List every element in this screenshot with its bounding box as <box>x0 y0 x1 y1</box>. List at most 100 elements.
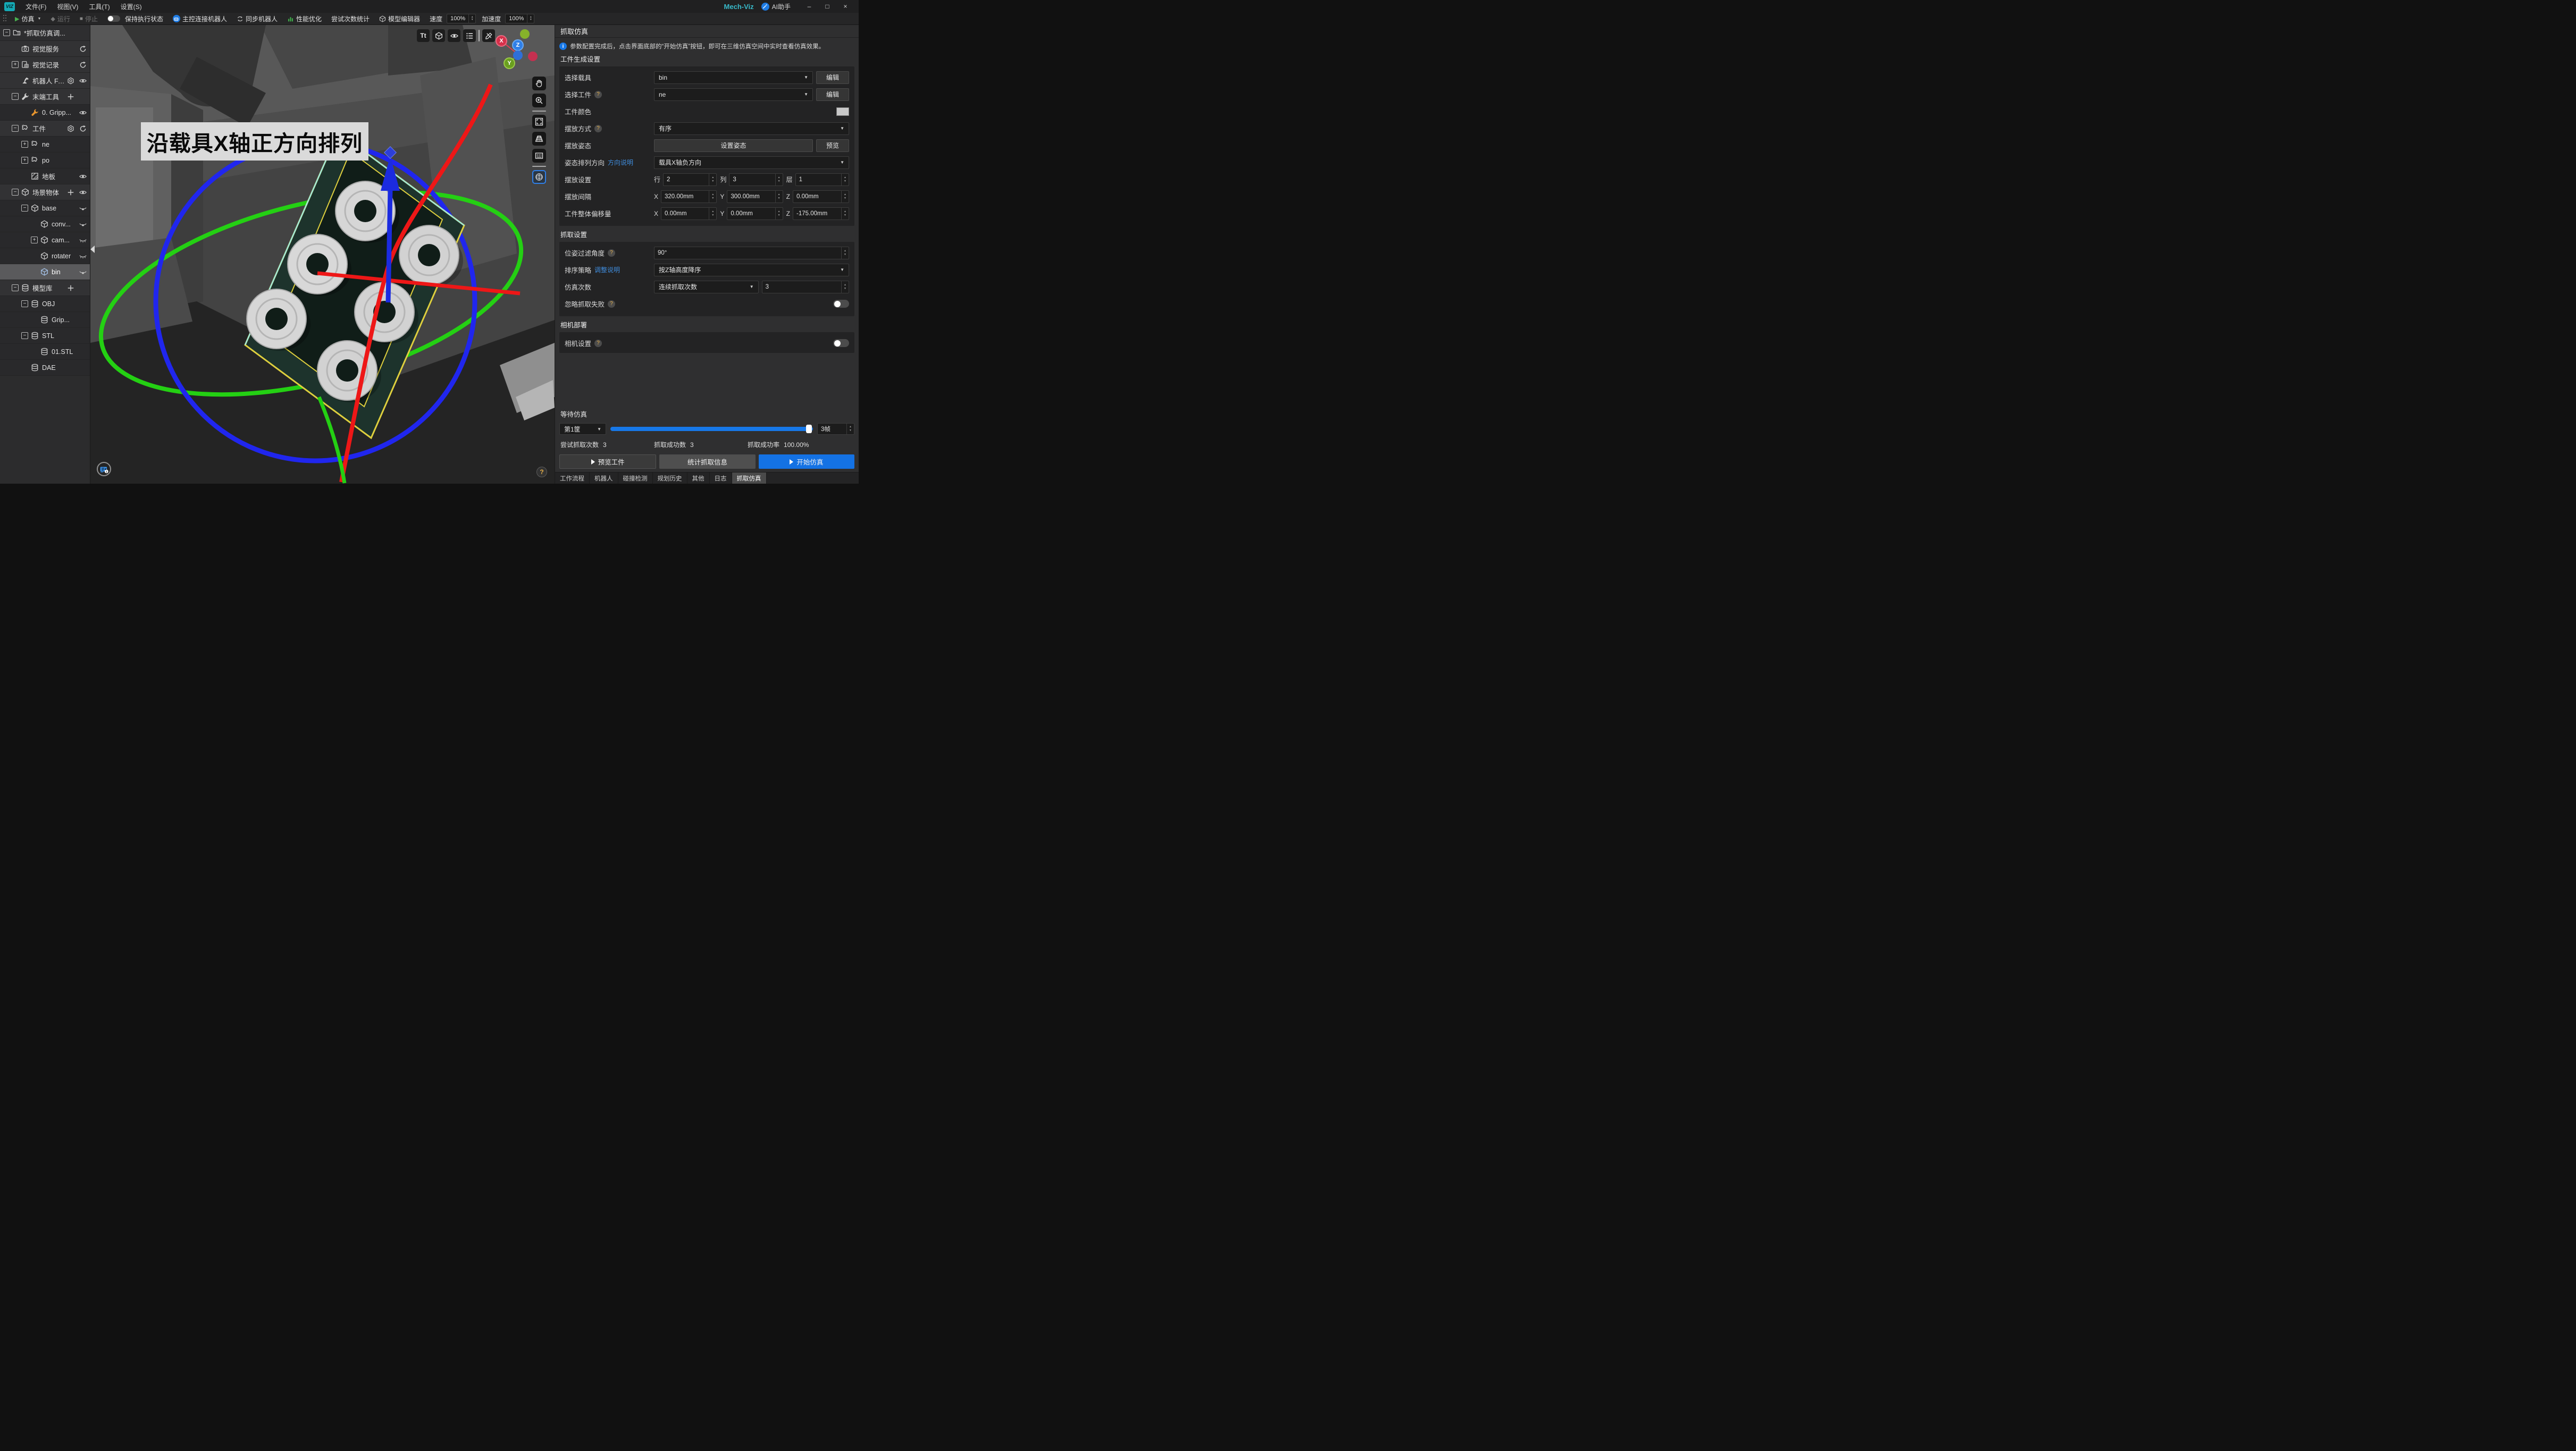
tree-item-vision-service[interactable]: 视觉服务 <box>0 41 90 57</box>
eye-icon[interactable] <box>79 109 87 116</box>
tab-others[interactable]: 其他 <box>687 473 710 484</box>
tree-item-po[interactable]: +po <box>0 153 90 168</box>
grasp-stats-button[interactable]: 统计抓取信息 <box>659 454 755 469</box>
collapse-icon[interactable]: − <box>21 332 28 339</box>
tree-item-conv[interactable]: conv... <box>0 216 90 232</box>
spinner-arrows-icon[interactable]: ▲▼ <box>527 14 534 23</box>
playback-slider[interactable] <box>610 427 813 431</box>
maximize-button[interactable]: □ <box>818 0 836 13</box>
frames-spinner[interactable]: 3帧▲▼ <box>817 423 854 435</box>
tab-workflow[interactable]: 工作流程 <box>555 473 590 484</box>
gizmo-axis-neg-y[interactable] <box>520 29 530 39</box>
simulation-times-spinner[interactable]: 3▲▼ <box>762 281 849 293</box>
collapse-icon[interactable]: − <box>3 29 10 36</box>
collapse-icon[interactable]: − <box>12 125 19 132</box>
toolbar-grip-handle[interactable] <box>3 15 7 23</box>
tab-plan-history[interactable]: 规划历史 <box>653 473 687 484</box>
tree-item-grip-model[interactable]: Grip... <box>0 312 90 328</box>
sort-strategy-select[interactable]: 按Z轴高度降序▼ <box>654 264 849 276</box>
eye-icon[interactable] <box>79 189 87 196</box>
tree-item-dae[interactable]: DAE <box>0 360 90 376</box>
pose-filter-angle-spinner[interactable]: 90°▲▼ <box>654 247 849 259</box>
eye-icon[interactable] <box>79 173 87 180</box>
collapse-icon[interactable]: − <box>21 205 28 212</box>
sidebar-collapse-arrow[interactable] <box>90 246 95 253</box>
spinner-arrows-icon[interactable]: ▲▼ <box>841 208 849 220</box>
fit-view-button[interactable] <box>532 115 546 129</box>
offset-x-spinner[interactable]: 0.00mm▲▼ <box>661 207 717 220</box>
3d-viewport[interactable]: 沿载具X轴正方向排列 Tt X Z Y <box>90 25 555 484</box>
pan-tool-button[interactable] <box>532 77 546 90</box>
refresh-icon[interactable] <box>79 125 87 132</box>
carrier-edit-button[interactable]: 编辑 <box>816 71 849 84</box>
workpiece-select[interactable]: ne▼ <box>654 88 813 101</box>
tree-item-vision-record[interactable]: +视觉记录 <box>0 57 90 73</box>
spinner-arrows-icon[interactable]: ▲▼ <box>846 424 854 434</box>
spinner-arrows-icon[interactable]: ▲▼ <box>775 208 783 220</box>
workpiece-edit-button[interactable]: 编辑 <box>816 88 849 101</box>
gpu-info-badge[interactable] <box>97 462 111 476</box>
tree-item-gripper[interactable]: 0. Gripp... <box>0 105 90 121</box>
orientation-gizmo[interactable]: X Z Y <box>493 29 542 73</box>
model-editor-button[interactable]: 模型编辑器 <box>375 13 424 25</box>
pose-direction-select[interactable]: 载具X轴负方向▼ <box>654 156 849 169</box>
panel-view-button[interactable] <box>532 149 546 163</box>
help-icon[interactable]: ? <box>608 300 615 308</box>
workpiece-color-swatch[interactable] <box>836 107 849 116</box>
cols-spinner[interactable]: 3▲▼ <box>729 173 783 186</box>
gear-icon[interactable] <box>67 125 74 132</box>
tree-item-cam[interactable]: +cam... <box>0 232 90 248</box>
gap-y-spinner[interactable]: 300.00mm▲▼ <box>727 190 783 203</box>
performance-button[interactable]: 性能优化 <box>283 13 325 25</box>
tree-item-floor[interactable]: 地板 <box>0 168 90 184</box>
spinner-arrows-icon[interactable]: ▲▼ <box>841 174 849 185</box>
ai-assistant-button[interactable]: AI助手 <box>761 2 791 11</box>
gizmo-axis-z[interactable]: Z <box>512 39 524 51</box>
expand-icon[interactable]: + <box>12 61 19 68</box>
add-icon[interactable] <box>67 189 74 196</box>
expand-icon[interactable]: + <box>31 237 38 243</box>
add-icon[interactable] <box>67 93 74 100</box>
master-connect-button[interactable]: 主控连接机器人 <box>169 13 231 25</box>
preview-pose-button[interactable]: 预览 <box>816 139 849 152</box>
direction-help-link[interactable]: 方向说明 <box>608 158 633 167</box>
tree-item-stl[interactable]: −STL <box>0 328 90 344</box>
tree-item-bin[interactable]: bin <box>0 264 90 280</box>
offset-y-spinner[interactable]: 0.00mm▲▼ <box>727 207 783 220</box>
sync-robot-button[interactable]: 同步机器人 <box>233 13 281 25</box>
spinner-arrows-icon[interactable]: ▲▼ <box>841 247 849 259</box>
spinner-arrows-icon[interactable]: ▲▼ <box>841 281 849 293</box>
menu-tools[interactable]: 工具(T) <box>83 0 115 13</box>
offset-z-spinner[interactable]: -175.00mm▲▼ <box>793 207 849 220</box>
help-button[interactable]: ? <box>536 467 547 477</box>
help-icon[interactable]: ? <box>594 91 602 98</box>
tree-item-project-root[interactable]: −*抓取仿真调... <box>0 25 90 41</box>
ignore-grasp-failure-toggle[interactable] <box>833 300 849 308</box>
collapse-icon[interactable]: − <box>12 93 19 100</box>
gizmo-axis-y[interactable]: Y <box>504 57 515 69</box>
tree-item-workpieces[interactable]: −工件 <box>0 121 90 137</box>
close-button[interactable]: × <box>836 0 854 13</box>
start-simulation-button[interactable]: 开始仿真 <box>759 454 854 469</box>
sort-help-link[interactable]: 调整说明 <box>594 265 620 274</box>
eye-half-icon[interactable] <box>79 268 87 276</box>
eye-icon[interactable] <box>79 77 87 85</box>
help-icon[interactable]: ? <box>594 125 602 132</box>
spinner-arrows-icon[interactable]: ▲▼ <box>709 191 716 203</box>
visibility-button[interactable] <box>448 29 460 42</box>
help-icon[interactable]: ? <box>608 249 615 257</box>
tab-collision[interactable]: 碰撞检测 <box>618 473 653 484</box>
set-pose-button[interactable]: 设置姿态 <box>654 139 813 152</box>
gap-x-spinner[interactable]: 320.00mm▲▼ <box>661 190 717 203</box>
slider-thumb[interactable] <box>806 425 812 433</box>
collapse-icon[interactable]: − <box>12 189 19 196</box>
add-icon[interactable] <box>67 284 74 292</box>
speed-spinner[interactable]: 100%▲▼ <box>447 14 476 23</box>
refresh-icon[interactable] <box>79 45 87 53</box>
tree-item-base[interactable]: −base <box>0 200 90 216</box>
toggle-off-icon[interactable] <box>107 15 120 22</box>
simulation-times-mode-select[interactable]: 连续抓取次数▼ <box>654 281 759 293</box>
help-icon[interactable]: ? <box>594 340 602 347</box>
tree-item-obj[interactable]: −OBJ <box>0 296 90 312</box>
keep-state-toggle[interactable]: 保持执行状态 <box>104 13 167 25</box>
